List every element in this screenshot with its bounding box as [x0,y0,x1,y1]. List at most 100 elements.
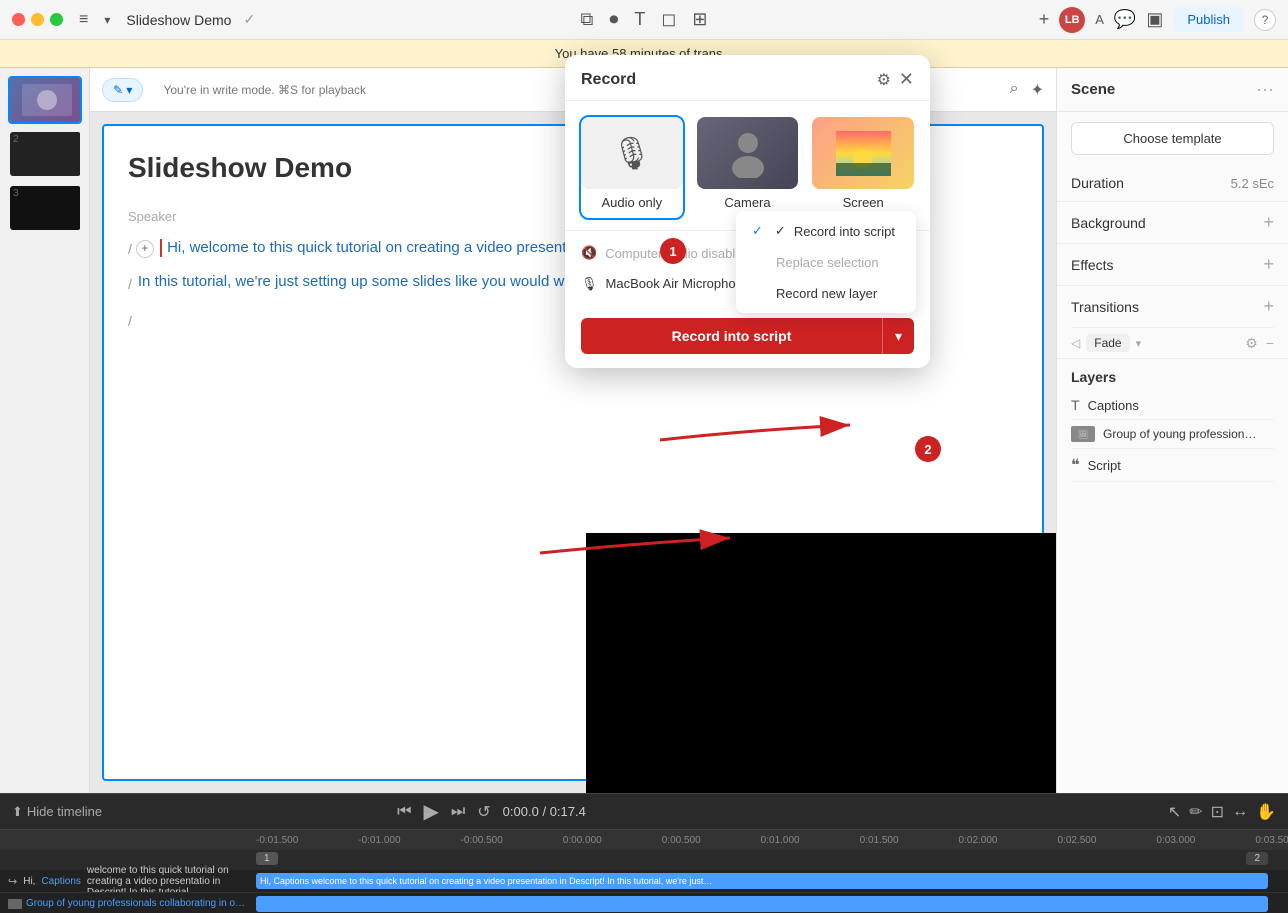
avatar: LB [1059,7,1085,33]
camera-thumbnail [697,117,799,189]
transitions-section: Transitions + ◁ Fade ▾ ⚙ − [1057,286,1288,359]
slide-thumb-1[interactable]: 1 [8,76,82,124]
text-icon[interactable]: T [634,9,645,30]
microphone-large-icon: 🎙 [612,134,653,172]
panels-icon[interactable]: ▣ [1146,9,1163,30]
preview-area [586,533,1056,793]
replace-selection-item: Replace selection [736,247,916,278]
crop-tool-button[interactable]: ⊡ [1211,802,1224,822]
screen-label: Screen [843,195,884,210]
slide-number-3: 3 [13,188,19,199]
mode-badge-chevron: ▾ [126,83,132,97]
mode-badge[interactable]: ✎ ▾ [102,78,143,102]
saved-check-icon: ✓ [243,11,255,28]
right-panel: Scene ··· Choose template Duration 5.2 s… [1056,68,1288,793]
record-settings-icon[interactable]: ⚙ [877,70,891,90]
check-icon: ✓ [775,223,786,239]
record-close-button[interactable]: ✕ [899,69,914,90]
time-total: 0:17.4 [550,804,586,819]
camera-label: Camera [724,195,770,210]
effects-row[interactable]: Effects + [1071,244,1274,285]
duration-row: Duration 5.2 sEc [1071,165,1274,201]
loop-button[interactable]: ↺ [477,802,490,822]
screen-option[interactable]: Screen [810,115,916,220]
record-icon[interactable]: ⏺ [609,9,618,30]
fade-select[interactable]: Fade [1086,334,1129,352]
slide-image-2 [10,132,82,176]
audio-only-thumbnail: 🎙 [581,117,683,189]
duration-label: Duration [1071,175,1231,191]
slide-image-3 [10,186,82,230]
transitions-add-icon[interactable]: + [1263,296,1274,317]
captions-track-name2: Captions [41,876,80,887]
ruler-mark-4: 0:00.500 [662,835,701,846]
slide-thumb-3[interactable]: 3 [8,184,82,232]
help-button[interactable]: ? [1254,9,1276,31]
effects-section: Effects + [1057,244,1288,286]
menu-icon[interactable]: ≡ [79,11,88,29]
captions-block[interactable]: Hi, Captions welcome to this quick tutor… [256,873,1268,889]
search-icon[interactable]: ⌕ [1010,80,1019,100]
record-into-script-item[interactable]: ✓ Record into script [736,215,916,247]
pencil-icon: ✎ [113,83,123,97]
timeline-tracks[interactable]: -0:01.500 -0:01.000 -0:00.500 0:00.000 0… [0,830,1288,913]
skip-back-button[interactable]: ⏮ [397,803,411,821]
group-track-content [256,893,1288,913]
hide-timeline-button[interactable]: ⬆ Hide timeline [12,804,102,820]
edit-tool-button[interactable]: ✏ [1189,802,1202,822]
choose-template-button[interactable]: Choose template [1071,122,1274,155]
timeline-right-icons: ↖ ✏ ⊡ ↔ ✋ [1168,802,1276,822]
record-modal-title: Record [581,71,877,89]
traffic-lights [12,13,63,26]
ruler-mark-8: 0:02.500 [1057,835,1096,846]
skip-forward-button[interactable]: ⏭ [451,803,465,821]
slash-icon-1: / [128,238,132,260]
close-window-button[interactable] [12,13,25,26]
step-1-circle: 1 [660,238,686,264]
add-button[interactable]: + [1039,9,1050,30]
slide-thumb-2[interactable]: 2 [8,130,82,178]
timeline-toolbar: ⬆ Hide timeline ⏮ ▶ ⏭ ↺ 0:00.0 / 0:17.4 … [0,794,1288,830]
captions-layer-row[interactable]: T Captions [1071,391,1274,420]
camera-option[interactable]: Camera [695,115,801,220]
maximize-window-button[interactable] [50,13,63,26]
resize-tool-button[interactable]: ↔ [1232,803,1248,821]
chevron-down-icon[interactable]: ▾ [104,13,110,27]
record-modal-header: Record ⚙ ✕ [565,55,930,101]
sparkle-icon[interactable]: ✦ [1031,80,1044,100]
record-button-row: Record into script ▾ [565,308,930,368]
record-new-layer-item[interactable]: Record new layer [736,278,916,309]
scene-marker-1: 1 [256,852,278,865]
transitions-minus-icon[interactable]: − [1266,335,1274,352]
ruler-mark-7: 0:02.000 [959,835,998,846]
layers-title: Layers [1071,359,1274,391]
transitions-row[interactable]: Transitions + [1071,286,1274,328]
group-layer-row[interactable]: 🖼 Group of young professionals ... [1071,420,1274,449]
play-button[interactable]: ▶ [423,799,438,824]
record-dropdown-button[interactable]: ▾ [882,318,914,354]
screen-preview [812,117,914,189]
chat-icon[interactable]: 💬 [1114,9,1136,30]
effects-add-icon[interactable]: + [1263,254,1274,275]
minimize-window-button[interactable] [31,13,44,26]
audio-only-option[interactable]: 🎙 Audio only [579,115,685,220]
select-tool-button[interactable]: ↖ [1168,802,1181,822]
background-add-icon[interactable]: + [1263,212,1274,233]
shapes-icon[interactable]: ◻ [661,9,676,30]
record-into-script-button[interactable]: Record into script [581,318,882,354]
record-dropdown-menu: ✓ Record into script Replace selection R… [736,211,916,313]
add-block-button[interactable]: + [136,240,154,258]
group-block[interactable] [256,896,1268,912]
duration-value: 5.2 sEc [1231,176,1274,191]
hand-tool-button[interactable]: ✋ [1256,802,1276,822]
script-layer-row[interactable]: ❝ Script [1071,449,1274,482]
scene-more-button[interactable]: ··· [1256,79,1274,100]
group-track-name: Group of young professionals collaborati… [26,898,246,909]
microphone-name: MacBook Air Microphone [606,276,751,291]
transitions-slider-icon[interactable]: ⚙ [1245,335,1258,352]
background-row[interactable]: Background + [1071,202,1274,243]
timeline-controls: ⏮ ▶ ⏭ ↺ 0:00.0 / 0:17.4 [397,799,586,824]
present-icon[interactable]: ⧉ [581,9,594,30]
publish-button[interactable]: Publish [1173,7,1244,32]
grid-icon[interactable]: ⊞ [692,9,707,30]
